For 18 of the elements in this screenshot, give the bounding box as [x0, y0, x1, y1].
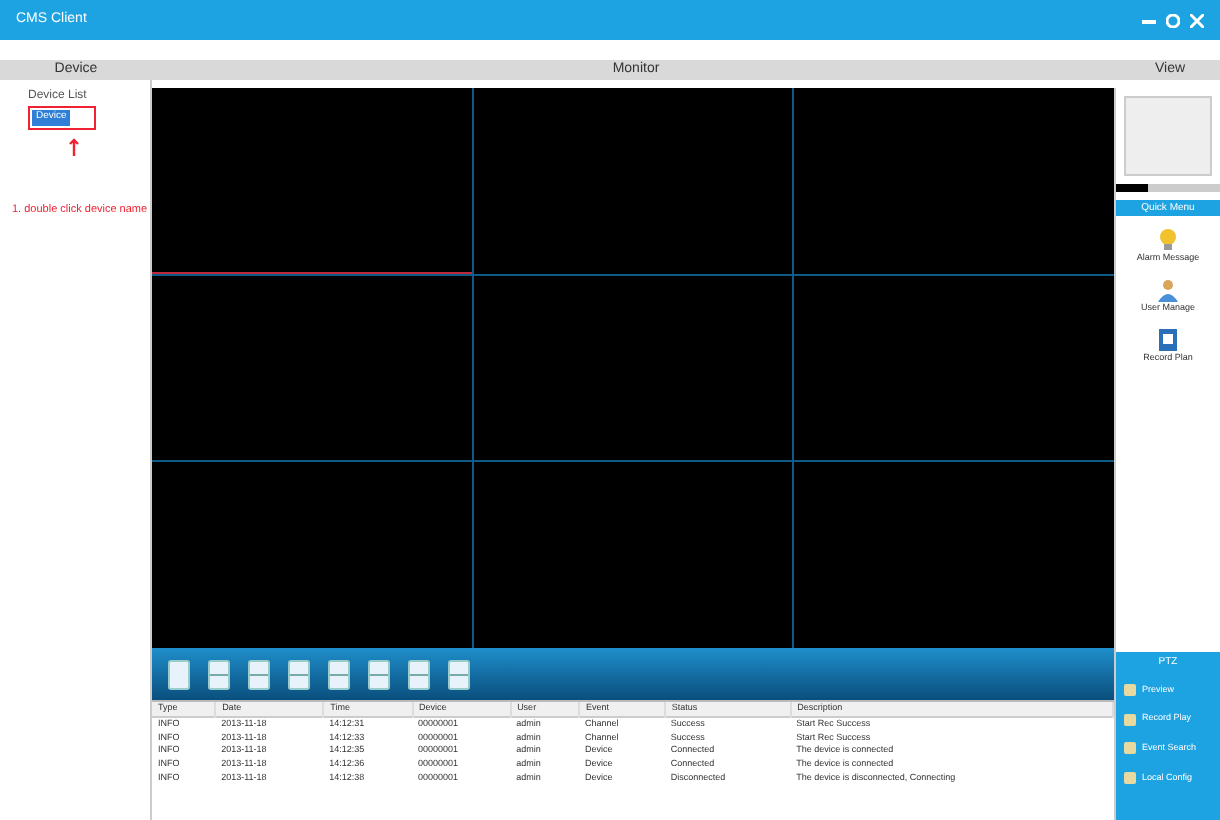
- layout-icon[interactable]: [288, 659, 310, 689]
- layout-icon[interactable]: [248, 659, 270, 689]
- layout-icon[interactable]: [328, 659, 350, 689]
- menu-item-icon[interactable]: [1124, 683, 1136, 696]
- document-icon[interactable]: [1157, 327, 1178, 351]
- layout-icon[interactable]: [448, 659, 470, 689]
- layout-icon[interactable]: [208, 659, 230, 689]
- close-icon[interactable]: [1190, 13, 1204, 27]
- menu-item-icon[interactable]: [1124, 772, 1136, 785]
- layout-icon[interactable]: [368, 659, 390, 689]
- arrow-icon: [68, 137, 80, 157]
- menu-item-icon[interactable]: [1124, 713, 1136, 726]
- bulb-icon[interactable]: [1157, 228, 1178, 252]
- layout-icon[interactable]: [408, 659, 430, 689]
- person-icon[interactable]: [1155, 277, 1180, 302]
- info-box: [1124, 96, 1212, 176]
- layout-icon[interactable]: [168, 659, 190, 689]
- menu-item-icon[interactable]: [1124, 742, 1136, 755]
